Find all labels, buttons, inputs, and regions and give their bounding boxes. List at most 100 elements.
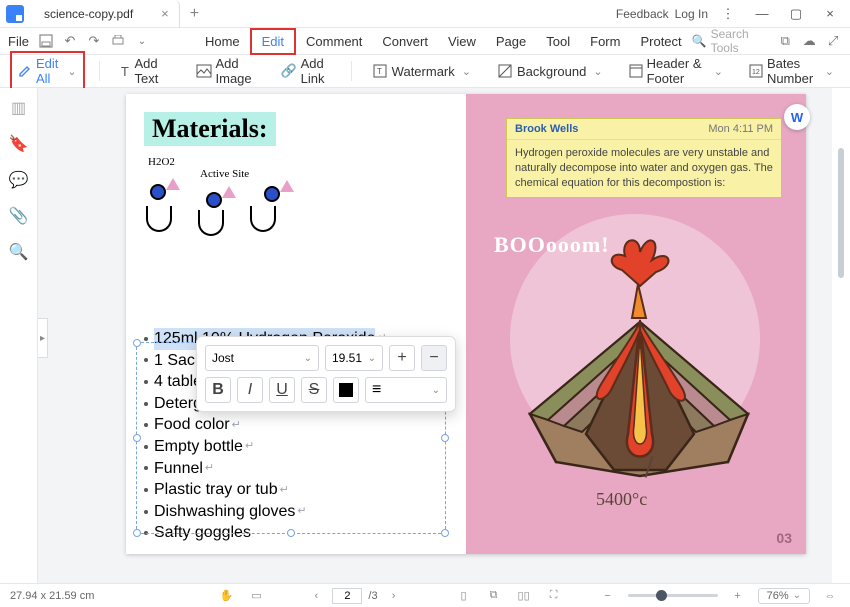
fullscreen-icon[interactable]: ⛶: [544, 587, 564, 605]
canvas[interactable]: Materials: H2O2 Active Site: [38, 88, 832, 583]
qa-chevron-icon[interactable]: ⌄: [131, 31, 153, 51]
select-tool-icon[interactable]: ▭: [246, 587, 266, 605]
maximize-button[interactable]: ▢: [782, 2, 810, 26]
edit-all-button[interactable]: Edit All: [10, 51, 85, 91]
zoom-out-button[interactable]: −: [598, 587, 618, 605]
tab-tool[interactable]: Tool: [536, 30, 580, 53]
font-size-decrease-button[interactable]: −: [421, 345, 447, 371]
search-panel-icon[interactable]: 🔍: [9, 242, 29, 262]
close-window-button[interactable]: ×: [816, 2, 844, 26]
temperature-label: 5400°c: [596, 489, 647, 510]
page-number-label: 03: [776, 530, 792, 546]
hand-tool-icon[interactable]: ✋: [216, 587, 236, 605]
continuous-view-icon[interactable]: ⧉: [484, 587, 504, 605]
tab-page[interactable]: Page: [486, 30, 536, 53]
left-rail: ▥ 🔖 💬 📎 🔍: [0, 88, 38, 583]
font-color-button[interactable]: [333, 377, 359, 403]
left-collapse-handle[interactable]: ▸: [38, 318, 48, 358]
document-tab[interactable]: science-copy.pdf ×: [30, 0, 180, 28]
word-export-badge[interactable]: W: [784, 104, 810, 130]
kebab-menu-icon[interactable]: ⋮: [714, 2, 742, 26]
font-size-value: 19.51: [332, 351, 362, 365]
doodle-label-active-site: Active Site: [200, 168, 249, 180]
feedback-link[interactable]: Feedback: [616, 7, 669, 21]
right-scroll-rail: [832, 88, 850, 583]
page-dimensions: 27.94 x 21.59 cm: [10, 590, 94, 602]
chevron-down-icon: ⌄: [304, 353, 312, 364]
single-page-view-icon[interactable]: ▯: [454, 587, 474, 605]
italic-button[interactable]: I: [237, 377, 263, 403]
share-icon[interactable]: ⧉: [776, 31, 794, 51]
tab-edit[interactable]: Edit: [250, 28, 296, 55]
zoom-in-button[interactable]: +: [728, 587, 748, 605]
add-text-button[interactable]: T Add Text: [113, 53, 175, 89]
app-logo: [0, 0, 30, 28]
fit-width-icon[interactable]: ⇔: [820, 587, 840, 605]
add-image-label: Add Image: [216, 56, 255, 86]
comment-panel-icon[interactable]: 💬: [9, 170, 29, 190]
undo-icon[interactable]: ↶: [59, 31, 81, 51]
expand-icon[interactable]: ⤢: [824, 31, 842, 51]
page-total: /3: [368, 590, 377, 602]
document-tab-label: science-copy.pdf: [44, 7, 133, 21]
zoom-slider[interactable]: [628, 594, 718, 597]
bates-button[interactable]: 12 Bates Number: [743, 53, 840, 89]
page-number-input[interactable]: [332, 588, 362, 604]
bold-button[interactable]: B: [205, 377, 231, 403]
font-family-select[interactable]: Jost ⌄: [205, 345, 319, 371]
alignment-select[interactable]: ≡ ⌄: [365, 377, 447, 403]
background-button[interactable]: Background: [491, 60, 609, 82]
attachment-icon[interactable]: 📎: [9, 206, 29, 226]
bates-label: Bates Number: [767, 56, 818, 86]
search-placeholder: Search Tools: [711, 27, 771, 55]
font-size-increase-button[interactable]: +: [389, 345, 415, 371]
print-icon[interactable]: [107, 31, 129, 51]
strikethrough-button[interactable]: S: [301, 377, 327, 403]
next-page-button[interactable]: ›: [384, 587, 404, 605]
add-text-icon: T: [119, 63, 130, 79]
tab-view[interactable]: View: [438, 30, 486, 53]
watermark-label: Watermark: [392, 64, 455, 79]
bates-icon: 12: [749, 63, 763, 79]
add-link-label: Add Link: [301, 56, 331, 86]
work-area: ▥ 🔖 💬 📎 🔍 ▸ Materials: H2O2 Active Site: [0, 88, 850, 583]
save-icon[interactable]: [35, 31, 57, 51]
menu-bar: File ↶ ↷ ⌄ Home Edit Comment Convert Vie…: [0, 28, 850, 54]
tab-protect[interactable]: Protect: [630, 30, 691, 53]
two-page-view-icon[interactable]: ▯▯: [514, 587, 534, 605]
header-footer-button[interactable]: Header & Footer: [623, 53, 729, 89]
sticky-timestamp: Mon 4:11 PM: [708, 123, 773, 135]
scroll-thumb[interactable]: [838, 148, 844, 278]
pdf-page: Materials: H2O2 Active Site: [126, 94, 806, 554]
add-link-button[interactable]: 🔗 Add Link: [275, 53, 337, 89]
login-link[interactable]: Log In: [675, 7, 708, 21]
add-image-button[interactable]: Add Image: [190, 53, 261, 89]
tab-convert[interactable]: Convert: [372, 30, 438, 53]
chevron-down-icon: ⌄: [793, 590, 801, 601]
toolbar-separator: [99, 61, 100, 81]
tab-home[interactable]: Home: [195, 30, 250, 53]
search-icon: 🔍: [692, 34, 707, 48]
add-image-icon: [196, 63, 212, 79]
font-size-select[interactable]: 19.51 ⌄: [325, 345, 383, 371]
underline-button[interactable]: U: [269, 377, 295, 403]
redo-icon[interactable]: ↷: [83, 31, 105, 51]
tab-form[interactable]: Form: [580, 30, 630, 53]
tab-comment[interactable]: Comment: [296, 30, 372, 53]
close-tab-icon[interactable]: ×: [161, 6, 169, 21]
watermark-button[interactable]: T Watermark: [366, 60, 477, 82]
zoom-level-select[interactable]: 76% ⌄: [758, 588, 810, 604]
minimize-button[interactable]: —: [748, 2, 776, 26]
align-icon: ≡: [372, 381, 381, 399]
search-tools[interactable]: 🔍 Search Tools: [692, 27, 771, 55]
bookmark-icon[interactable]: 🔖: [9, 134, 29, 154]
sticky-note[interactable]: Brook Wells Mon 4:11 PM Hydrogen peroxid…: [506, 118, 782, 198]
edit-all-label: Edit All: [36, 56, 60, 86]
chevron-down-icon: ⌄: [432, 385, 440, 396]
cloud-icon[interactable]: ☁: [800, 31, 818, 51]
thumbnails-icon[interactable]: ▥: [9, 98, 29, 118]
materials-heading: Materials:: [144, 112, 276, 146]
new-tab-button[interactable]: +: [180, 5, 209, 23]
prev-page-button[interactable]: ‹: [306, 587, 326, 605]
file-menu[interactable]: File: [8, 34, 29, 49]
